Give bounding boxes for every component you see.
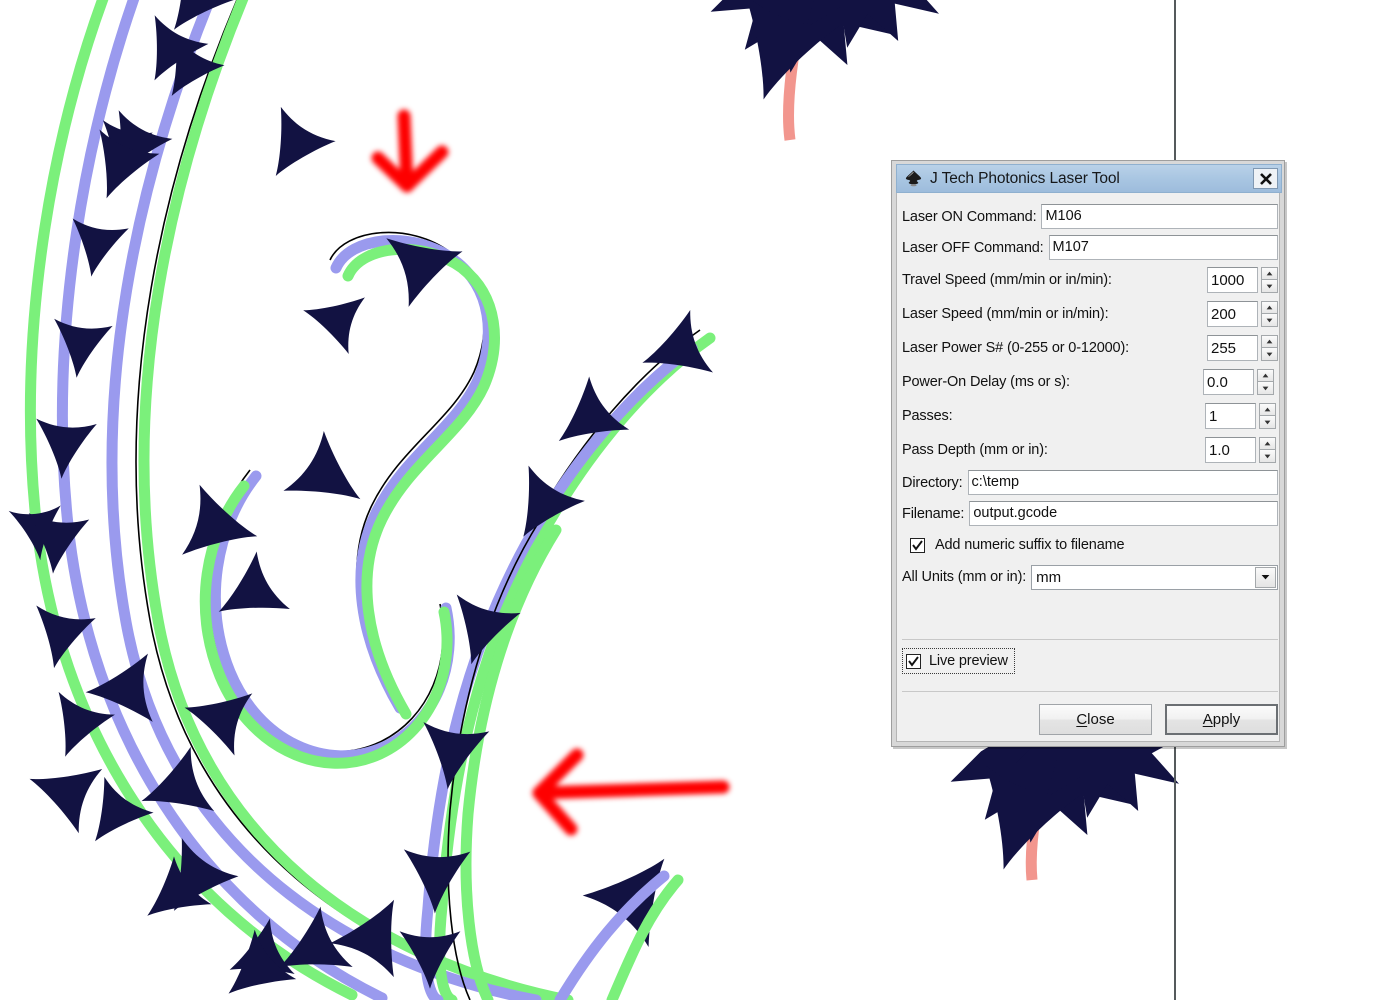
spinner-pass-depth[interactable]: 1.0 [1205, 437, 1276, 463]
spinner-down-icon[interactable] [1259, 450, 1276, 463]
laser-tool-dialog[interactable]: J Tech Photonics Laser Tool Laser ON Com… [891, 160, 1285, 747]
spinner-buttons [1259, 403, 1276, 429]
apply-button[interactable]: Apply [1165, 704, 1278, 735]
chevron-down-icon[interactable] [1255, 566, 1276, 588]
field-row-laser-on: Laser ON Command: M106 [902, 201, 1278, 232]
dialog-titlebar[interactable]: J Tech Photonics Laser Tool [896, 164, 1282, 193]
field-row-laser-power: Laser Power S# (0-255 or 0-12000): 255 [902, 331, 1278, 365]
spinner-down-icon[interactable] [1257, 382, 1274, 395]
divider-below-live-preview [902, 691, 1278, 692]
spinner-up-icon[interactable] [1261, 267, 1278, 280]
spinner-buttons [1261, 267, 1278, 293]
label-filename: Filename: [902, 505, 965, 522]
spinner-travel-speed[interactable]: 1000 [1207, 267, 1278, 293]
field-row-laser-off: Laser OFF Command: M107 [902, 232, 1278, 263]
spinner-up-icon[interactable] [1259, 437, 1276, 450]
field-row-directory: Directory: c:\temp [902, 467, 1278, 498]
spinner-up-icon[interactable] [1257, 369, 1274, 382]
select-all-units[interactable]: mm [1031, 564, 1278, 590]
label-laser-off: Laser OFF Command: [902, 239, 1044, 256]
field-row-numeric-suffix: Add numeric suffix to filename [902, 529, 1278, 561]
field-row-all-units: All Units (mm or in): mm [902, 561, 1278, 593]
input-laser-on-command[interactable]: M106 [1041, 204, 1278, 229]
label-laser-power: Laser Power S# (0-255 or 0-12000): [902, 340, 1130, 356]
field-row-travel-speed: Travel Speed (mm/min or in/min): 1000 [902, 263, 1278, 297]
spinner-power-on-delay[interactable]: 0.0 [1203, 369, 1274, 395]
spinner-down-icon[interactable] [1261, 348, 1278, 361]
star-cluster-top [710, 0, 950, 141]
close-icon[interactable] [1253, 168, 1278, 189]
spinner-laser-speed[interactable]: 200 [1207, 301, 1278, 327]
input-directory[interactable]: c:\temp [967, 470, 1278, 495]
label-power-on-delay: Power-On Delay (ms or s): [902, 374, 1070, 390]
field-row-filename: Filename: output.gcode [902, 498, 1278, 529]
spinner-down-icon[interactable] [1261, 280, 1278, 293]
spinner-laser-power[interactable]: 255 [1207, 335, 1278, 361]
label-travel-speed: Travel Speed (mm/min or in/min): [902, 272, 1112, 288]
select-all-units-value: mm [1036, 568, 1062, 586]
label-live-preview: Live preview [929, 653, 1008, 669]
input-laser-speed[interactable]: 200 [1207, 301, 1258, 327]
spinner-up-icon[interactable] [1261, 301, 1278, 314]
dialog-title: J Tech Photonics Laser Tool [930, 169, 1120, 187]
label-passes: Passes: [902, 408, 953, 424]
spinner-buttons [1259, 437, 1276, 463]
input-laser-power[interactable]: 255 [1207, 335, 1258, 361]
live-preview-focus-ring[interactable]: Live preview [902, 648, 1015, 674]
screen: J Tech Photonics Laser Tool Laser ON Com… [0, 0, 1380, 1000]
checkbox-live-preview[interactable] [906, 653, 921, 669]
spinner-down-icon[interactable] [1259, 416, 1276, 429]
spinner-buttons [1261, 335, 1278, 361]
dialog-body: Laser ON Command: M106 Laser OFF Command… [902, 201, 1278, 593]
input-filename[interactable]: output.gcode [969, 501, 1278, 526]
field-row-power-on-delay: Power-On Delay (ms or s): 0.0 [902, 365, 1278, 399]
close-button[interactable]: Close [1039, 704, 1152, 735]
label-pass-depth: Pass Depth (mm or in): [902, 442, 1048, 458]
spinner-passes[interactable]: 1 [1205, 403, 1276, 429]
field-row-pass-depth: Pass Depth (mm or in): 1.0 [902, 433, 1278, 467]
input-laser-off-command[interactable]: M107 [1048, 235, 1278, 260]
input-pass-depth[interactable]: 1.0 [1205, 437, 1256, 463]
spinner-down-icon[interactable] [1261, 314, 1278, 327]
inkscape-logo-icon [904, 169, 923, 188]
apply-button-label-rest: pply [1212, 711, 1241, 728]
field-row-passes: Passes: 1 [902, 399, 1278, 433]
close-button-label-rest: lose [1087, 711, 1115, 728]
checkbox-add-numeric-suffix[interactable] [910, 537, 925, 553]
live-preview-row: Live preview [902, 648, 1278, 674]
label-add-numeric-suffix: Add numeric suffix to filename [935, 537, 1125, 553]
spinner-up-icon[interactable] [1261, 335, 1278, 348]
apply-button-accesskey: A [1202, 711, 1213, 728]
spinner-up-icon[interactable] [1259, 403, 1276, 416]
dialog-button-bar: Close Apply [902, 704, 1278, 735]
label-laser-on: Laser ON Command: [902, 208, 1037, 225]
label-all-units: All Units (mm or in): [902, 569, 1027, 585]
label-directory: Directory: [902, 474, 963, 491]
close-button-accesskey: C [1076, 711, 1088, 728]
input-travel-speed[interactable]: 1000 [1207, 267, 1258, 293]
spinner-buttons [1261, 301, 1278, 327]
input-passes[interactable]: 1 [1205, 403, 1256, 429]
spinner-buttons [1257, 369, 1274, 395]
field-row-laser-speed: Laser Speed (mm/min or in/min): 200 [902, 297, 1278, 331]
input-power-on-delay[interactable]: 0.0 [1203, 369, 1254, 395]
divider-above-live-preview [902, 639, 1278, 640]
label-laser-speed: Laser Speed (mm/min or in/min): [902, 306, 1109, 322]
